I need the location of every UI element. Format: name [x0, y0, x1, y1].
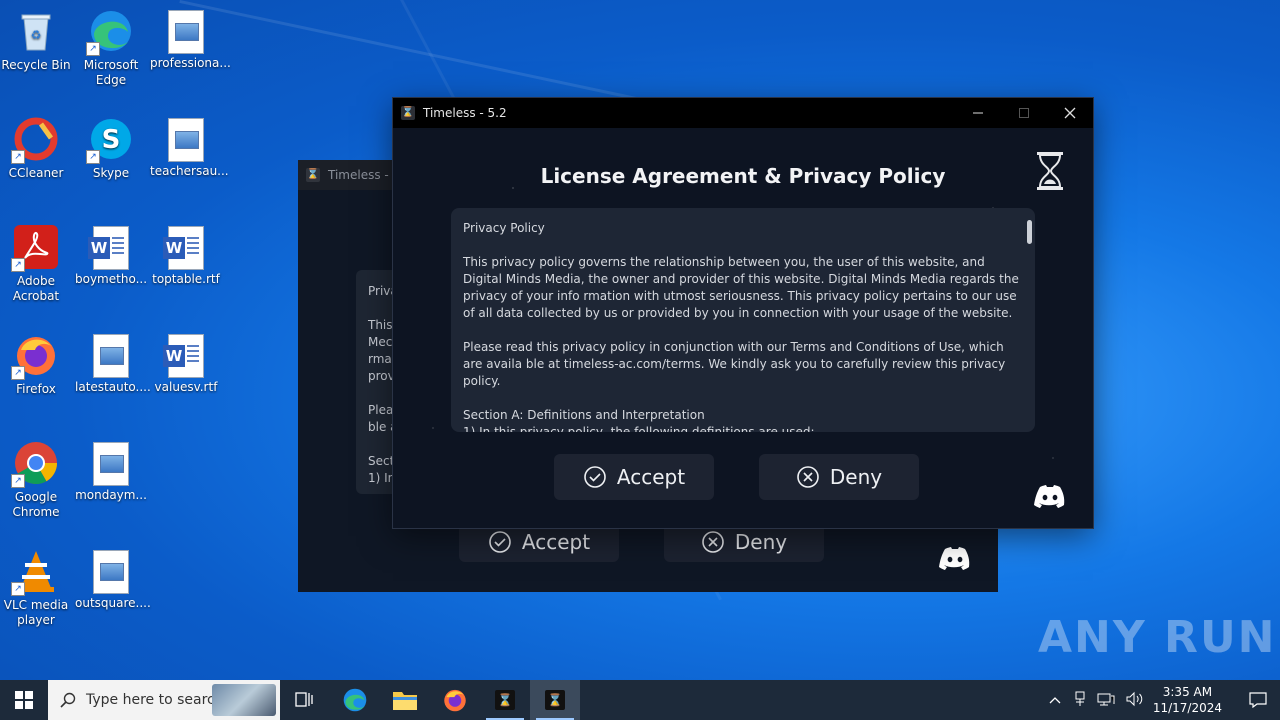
timeless-window[interactable]: ⌛ Timeless - 5.2 License Agreement & Pri… [393, 98, 1093, 528]
discord-icon[interactable] [939, 546, 971, 570]
svg-text:♻: ♻ [31, 28, 42, 42]
image-file-icon [93, 442, 129, 486]
timeless-app-icon: ⌛ [545, 690, 565, 710]
search-placeholder: Type here to search [86, 692, 224, 708]
timeless-app-icon: ⌛ [306, 168, 320, 182]
x-circle-icon [797, 466, 819, 488]
vlc-icon: ↗ [11, 548, 59, 596]
desktop-icon-firefox[interactable]: ↗ Firefox [0, 332, 72, 397]
anyrun-watermark: ANY RUN [1038, 612, 1277, 663]
policy-paragraph: 1) In this privacy policy, the following… [463, 425, 815, 432]
check-circle-icon [584, 466, 606, 488]
word-document-icon: W [88, 226, 129, 270]
desktop-icon-toptable[interactable]: W toptable.rtf [150, 224, 222, 287]
desktop-icon-mondaym[interactable]: mondaym... [75, 440, 147, 503]
background-accept-button[interactable]: Accept [459, 522, 619, 562]
close-icon [1064, 107, 1076, 119]
clock-time: 3:35 AM [1162, 685, 1213, 699]
windows-logo-icon [15, 691, 33, 709]
start-button[interactable] [0, 680, 48, 720]
deny-button[interactable]: Deny [759, 454, 919, 500]
chevron-up-icon[interactable] [1049, 693, 1061, 707]
privacy-policy-text-area[interactable]: Privacy Policy This privacy policy gover… [451, 208, 1035, 432]
desktop-icon-microsoft-edge[interactable]: ↗ Microsoft Edge [75, 8, 147, 88]
close-button[interactable] [1047, 98, 1093, 128]
svg-text:S: S [102, 125, 121, 155]
network-icon[interactable] [1097, 691, 1115, 710]
discord-icon[interactable] [1034, 484, 1066, 508]
desktop-icon-recycle-bin[interactable]: ♻ Recycle Bin [0, 8, 72, 73]
desktop-icon-professiona[interactable]: professiona... [150, 8, 231, 71]
firefox-icon [444, 689, 466, 712]
policy-section-heading: Section A: Definitions and Interpretatio… [463, 408, 705, 422]
skype-icon: S ↗ [86, 116, 134, 164]
taskbar-timeless-2[interactable]: ⌛ [530, 680, 580, 720]
desktop-icon-valuesv[interactable]: W valuesv.rtf [150, 332, 222, 395]
system-tray: 3:35 AM 11/17/2024 [1049, 680, 1280, 720]
background-deny-button[interactable]: Deny [664, 522, 824, 562]
task-view-icon [295, 692, 313, 707]
edge-icon [343, 688, 367, 712]
image-file-icon [93, 550, 129, 594]
minimize-icon [973, 112, 983, 114]
timeless-app-icon: ⌛ [495, 690, 515, 710]
desktop-icon-google-chrome[interactable]: ↗ Google Chrome [0, 440, 72, 520]
minimize-button[interactable] [955, 98, 1001, 128]
dialog-heading: License Agreement & Privacy Policy [540, 164, 946, 188]
image-file-icon [168, 118, 204, 162]
edge-icon: ↗ [86, 8, 134, 56]
image-file-icon [168, 10, 204, 54]
desktop-icon-latestauto[interactable]: latestauto.... [75, 332, 151, 395]
timeless-app-icon: ⌛ [401, 106, 415, 120]
word-document-icon: W [163, 334, 204, 378]
policy-paragraph: This privacy policy governs the relation… [463, 255, 1019, 320]
recycle-bin-icon: ♻ [13, 8, 59, 54]
maximize-button[interactable] [1001, 98, 1047, 128]
desktop-icon-ccleaner[interactable]: ↗ CCleaner [0, 116, 72, 181]
taskbar-edge[interactable] [330, 680, 380, 720]
taskbar-search-box[interactable]: Type here to search [48, 680, 280, 720]
hourglass-icon [1037, 152, 1063, 190]
desktop-icon-adobe-acrobat[interactable]: ↗ Adobe Acrobat [0, 224, 72, 304]
desktop-icon-teachersau[interactable]: teachersau... [150, 116, 229, 179]
search-highlight-image [212, 684, 276, 716]
volume-icon[interactable] [1125, 691, 1143, 710]
policy-title: Privacy Policy [463, 221, 545, 235]
desktop-icon-skype[interactable]: S ↗ Skype [75, 116, 147, 181]
taskbar-file-explorer[interactable] [380, 680, 430, 720]
word-document-icon: W [163, 226, 204, 270]
acrobat-icon: ↗ [11, 224, 59, 272]
maximize-icon [1019, 108, 1029, 118]
accept-button[interactable]: Accept [554, 454, 714, 500]
policy-paragraph: Please read this privacy policy in conju… [463, 340, 1006, 388]
notifications-button[interactable] [1236, 692, 1280, 708]
search-icon [60, 692, 76, 708]
task-view-button[interactable] [280, 680, 330, 720]
chrome-icon: ↗ [11, 440, 59, 488]
desktop-icon-vlc[interactable]: ↗ VLC media player [0, 548, 72, 628]
desktop-icon-boymetho[interactable]: W boymetho... [75, 224, 147, 287]
scrollbar-thumb[interactable] [1027, 220, 1032, 244]
image-file-icon [93, 334, 129, 378]
desktop-icon-outsquare[interactable]: outsquare.... [75, 548, 151, 611]
check-circle-icon [489, 531, 511, 553]
ccleaner-icon: ↗ [11, 116, 59, 164]
x-circle-icon [702, 531, 724, 553]
taskbar-timeless-1[interactable]: ⌛ [480, 680, 530, 720]
taskbar-clock[interactable]: 3:35 AM 11/17/2024 [1153, 684, 1222, 716]
folder-icon [393, 692, 417, 710]
clock-date: 11/17/2024 [1152, 701, 1222, 715]
firefox-icon: ↗ [11, 332, 59, 380]
notification-icon [1249, 692, 1267, 708]
taskbar: Type here to search ⌛ ⌛ 3:35 AM 11/17/20… [0, 680, 1280, 720]
usb-device-icon[interactable] [1073, 691, 1087, 710]
window-titlebar[interactable]: ⌛ Timeless - 5.2 [393, 98, 1093, 128]
taskbar-firefox[interactable] [430, 680, 480, 720]
